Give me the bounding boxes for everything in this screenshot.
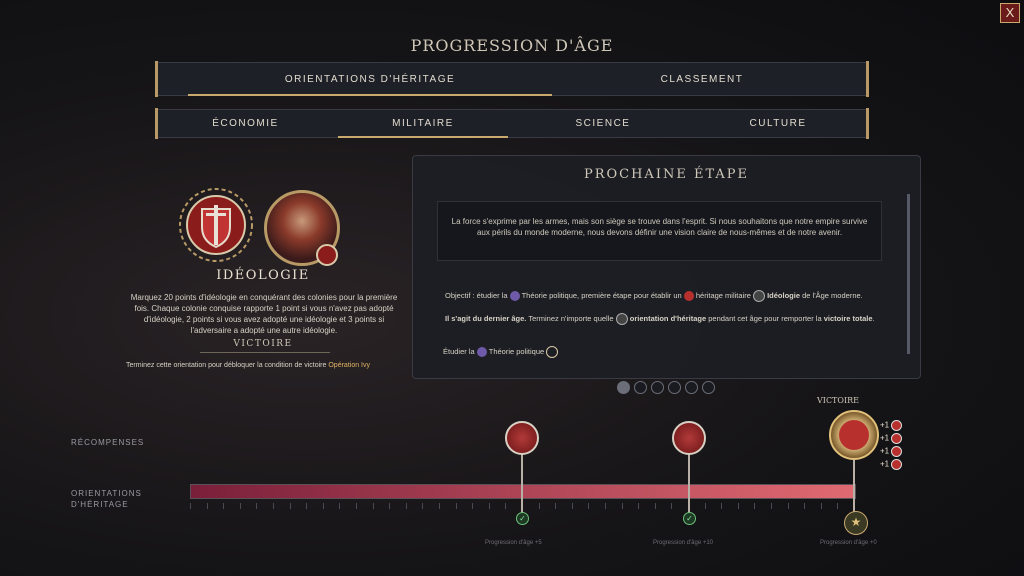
check-icon: ✓ bbox=[683, 512, 696, 525]
scrollbar[interactable] bbox=[907, 194, 910, 354]
victory-link[interactable]: Opération Ivy bbox=[328, 362, 370, 369]
progress-tick bbox=[505, 503, 507, 509]
progress-tick bbox=[273, 503, 274, 509]
progress-tick bbox=[339, 503, 341, 509]
victory-divider bbox=[200, 352, 330, 353]
progress-fill bbox=[191, 485, 855, 498]
victory-reward-icon[interactable] bbox=[829, 410, 879, 460]
victory-connector bbox=[853, 455, 855, 513]
star-icon: ★ bbox=[844, 511, 868, 535]
page-dot[interactable] bbox=[668, 381, 681, 394]
victory-label: VICTOIRE bbox=[817, 396, 859, 405]
legacy-icon bbox=[615, 313, 628, 325]
fist-reward-icon[interactable] bbox=[672, 421, 706, 455]
progress-tick bbox=[820, 503, 822, 509]
progress-tick bbox=[356, 503, 357, 509]
progress-tick bbox=[372, 503, 374, 509]
progress-tick bbox=[206, 503, 208, 509]
rewards-label: RÉCOMPENSES bbox=[71, 438, 145, 447]
reward-plus: +1 bbox=[880, 446, 903, 457]
age-progress-caption: Progression d'âge +0 bbox=[820, 540, 877, 546]
reward-plus: +1 bbox=[880, 433, 903, 444]
shield-sword-icon bbox=[179, 188, 253, 262]
progress-tick bbox=[571, 503, 573, 509]
page-dot-active[interactable] bbox=[617, 381, 630, 394]
reward-plus: +1 bbox=[880, 459, 903, 470]
progress-tick bbox=[837, 503, 839, 509]
page-dot[interactable] bbox=[634, 381, 647, 394]
progress-tick bbox=[439, 503, 440, 509]
military-icon bbox=[683, 291, 694, 301]
tab-economie[interactable]: ÉCONOMIE bbox=[168, 110, 323, 137]
theory-icon bbox=[476, 347, 487, 357]
progress-tick bbox=[322, 503, 324, 509]
progress-tick bbox=[787, 503, 789, 509]
reward-plus: +1 bbox=[880, 420, 903, 431]
page-dots bbox=[617, 381, 719, 399]
theory-icon bbox=[509, 291, 520, 301]
ideology-title: IDÉOLOGIE bbox=[216, 268, 310, 283]
age-progress-caption: Progression d'âge +10 bbox=[653, 540, 714, 546]
tab-science[interactable]: SCIENCE bbox=[518, 110, 688, 137]
progress-tick bbox=[538, 503, 540, 509]
progress-tick bbox=[389, 503, 391, 509]
progress-tick bbox=[306, 503, 308, 509]
next-step-card: PROCHAINE ÉTAPE La force s'exprime par l… bbox=[412, 155, 921, 379]
fist-reward-icon[interactable] bbox=[505, 421, 539, 455]
progress-tick bbox=[754, 503, 756, 509]
check-icon: ✓ bbox=[516, 512, 529, 525]
tab-classement[interactable]: CLASSEMENT bbox=[552, 63, 852, 95]
tab-culture[interactable]: CULTURE bbox=[693, 110, 863, 137]
progress-tick bbox=[638, 503, 640, 509]
progress-tick bbox=[654, 503, 656, 509]
progress-tick bbox=[256, 503, 258, 509]
progress-tick bbox=[555, 503, 557, 509]
progress-tick bbox=[472, 503, 474, 509]
progress-tick bbox=[190, 503, 191, 509]
study-text: Étudier la Théorie politique bbox=[443, 346, 559, 358]
leader-badge bbox=[316, 244, 338, 266]
victory-heading: VICTOIRE bbox=[233, 339, 293, 349]
close-icon: X bbox=[1005, 5, 1015, 20]
reward-connector bbox=[521, 450, 523, 514]
progress-tick bbox=[671, 503, 673, 509]
progress-tick bbox=[621, 503, 623, 509]
progress-track bbox=[190, 484, 856, 499]
progress-tick bbox=[605, 503, 606, 509]
progress-tick bbox=[455, 503, 457, 509]
progress-tick bbox=[804, 503, 806, 509]
last-age-text: Il s'agit du dernier âge. Terminez n'imp… bbox=[445, 313, 875, 325]
page-dot[interactable] bbox=[702, 381, 715, 394]
progress-tick bbox=[239, 503, 241, 509]
age-progress-caption: Progression d'âge +5 bbox=[485, 540, 542, 546]
ideology-icon bbox=[753, 290, 765, 302]
progress-tick bbox=[488, 503, 490, 509]
page-title: PROGRESSION D'ÂGE bbox=[410, 36, 614, 55]
progress-tick bbox=[223, 503, 225, 509]
progress-tick bbox=[737, 503, 739, 509]
tab-orientations[interactable]: ORIENTATIONS D'HÉRITAGE bbox=[188, 63, 552, 96]
reward-connector bbox=[688, 450, 690, 514]
progress-tick bbox=[289, 503, 291, 509]
ideology-emblem bbox=[178, 187, 254, 263]
orientations-label: ORIENTATIONS D'HÉRITAGE bbox=[71, 489, 142, 509]
page-dot[interactable] bbox=[651, 381, 664, 394]
close-button[interactable]: X bbox=[1000, 3, 1020, 23]
progress-tick bbox=[771, 503, 772, 509]
progress-tick bbox=[405, 503, 407, 509]
progress-tick bbox=[704, 503, 706, 509]
sub-tab-bar: ÉCONOMIE MILITAIRE SCIENCE CULTURE bbox=[155, 108, 869, 139]
objective-text: Objectif : étudier la Théorie politique,… bbox=[445, 290, 875, 302]
page-dot[interactable] bbox=[685, 381, 698, 394]
progress-tick bbox=[422, 503, 424, 509]
tab-militaire[interactable]: MILITAIRE bbox=[338, 110, 508, 138]
main-tab-bar: ORIENTATIONS D'HÉRITAGE CLASSEMENT bbox=[155, 61, 869, 97]
progress-tick bbox=[588, 503, 590, 509]
next-step-quote: La force s'exprime par les armes, mais s… bbox=[437, 201, 882, 261]
ideology-description: Marquez 20 points d'idéologie en conquér… bbox=[130, 293, 398, 335]
next-step-title: PROCHAINE ÉTAPE bbox=[583, 167, 750, 182]
pending-circle-icon bbox=[546, 346, 559, 358]
victory-text: Terminez cette orientation pour débloque… bbox=[126, 362, 370, 369]
progress-tick bbox=[721, 503, 723, 509]
